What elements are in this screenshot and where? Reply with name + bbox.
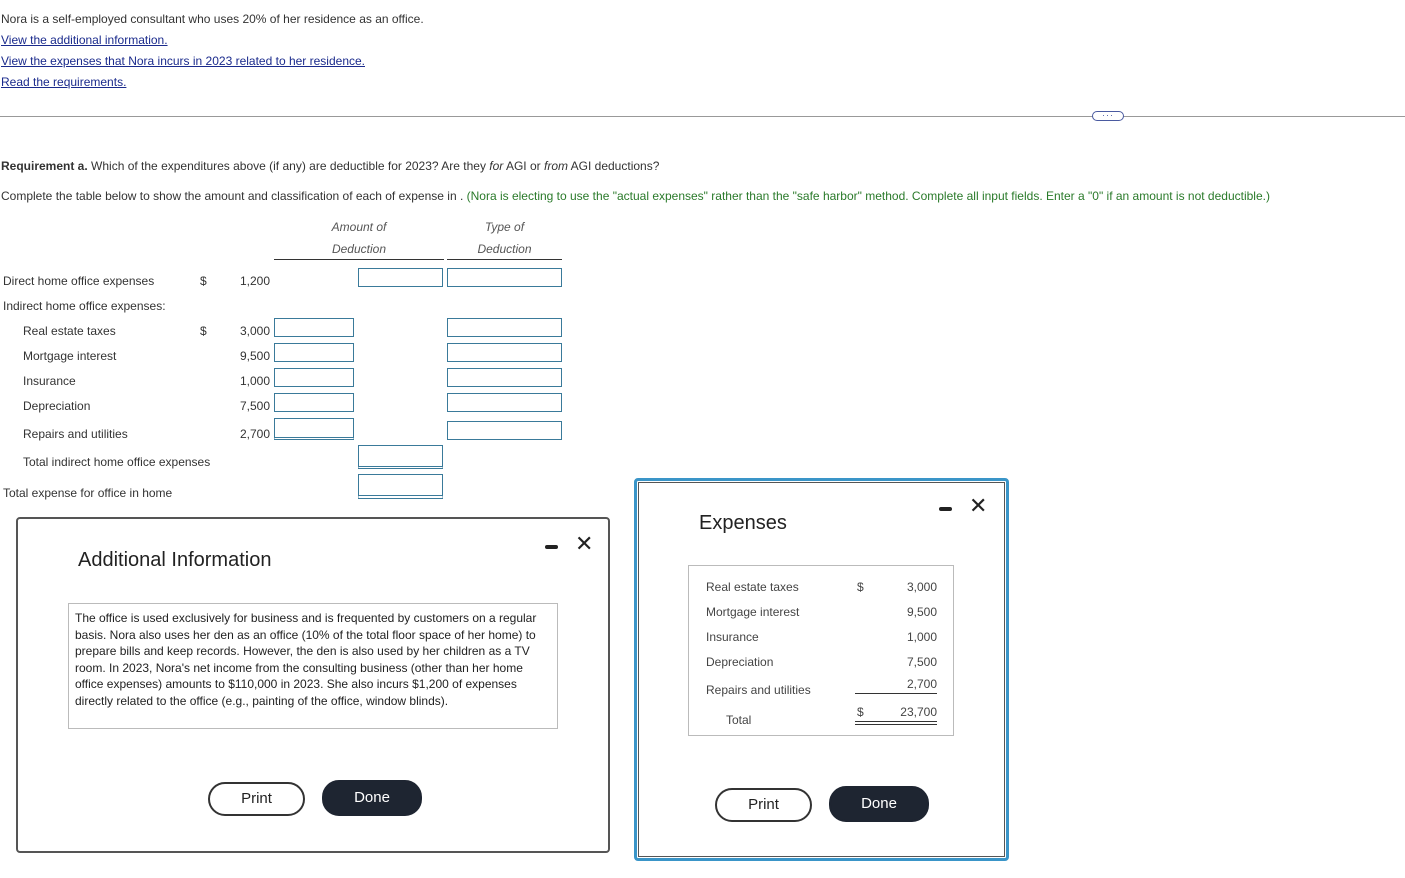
requirement-question: Which of the expenditures above (if any)… <box>87 159 490 173</box>
minimize-icon[interactable] <box>545 545 558 549</box>
requirement-for: for <box>489 159 504 173</box>
minimize-icon[interactable] <box>939 507 952 511</box>
additional-information-dialog: Additional Information ✕ The office is u… <box>16 517 610 853</box>
row-value-mortgage-interest: 9,500 <box>239 349 270 363</box>
row-value-repairs-utilities: 2,700 <box>239 427 270 441</box>
row-value-insurance: 1,000 <box>239 374 270 388</box>
requirement-from: from <box>543 159 568 173</box>
column-header-amount-line2: Deduction <box>331 242 387 256</box>
link-expenses[interactable]: View the expenses that Nora incurs in 20… <box>1 51 424 72</box>
dollar-sign: $ <box>857 705 864 719</box>
column-header-type: Type of Deduction <box>447 216 562 260</box>
row-label-insurance: Insurance <box>23 374 76 388</box>
total-expense-label: Total expense for office in home <box>3 486 173 500</box>
total-indirect-amount-input[interactable] <box>358 445 443 469</box>
link-additional-information[interactable]: View the additional information. <box>1 30 424 51</box>
column-header-type-line1: Type of <box>484 220 525 234</box>
expenses-dialog: Expenses ✕ Real estate taxes $ 3,000 Mor… <box>634 478 1009 861</box>
instruction-lead: Complete the table below to show the amo… <box>1 189 467 203</box>
requirement-label: Requirement a. <box>1 159 88 173</box>
column-header-type-line2: Deduction <box>477 242 532 256</box>
more-options-button[interactable]: ··· <box>1092 111 1124 121</box>
done-button[interactable]: Done <box>829 786 929 822</box>
total-expense-amount-input[interactable] <box>358 474 443 499</box>
expense-label: Mortgage interest <box>706 605 800 619</box>
dollar-sign: $ <box>857 580 864 594</box>
close-icon[interactable]: ✕ <box>575 533 593 555</box>
expenses-table: Real estate taxes $ 3,000 Mortgage inter… <box>688 565 954 736</box>
direct-amount-input[interactable] <box>358 268 443 287</box>
row-label-real-estate-taxes: Real estate taxes <box>23 324 116 338</box>
expense-value: 3,000 <box>906 580 937 594</box>
expense-label: Depreciation <box>706 655 774 669</box>
close-icon[interactable]: ✕ <box>969 495 987 517</box>
mortgage-interest-amount-input[interactable] <box>274 343 354 362</box>
section-divider <box>0 116 1405 117</box>
print-button[interactable]: Print <box>715 788 812 822</box>
row-label-depreciation: Depreciation <box>23 399 91 413</box>
expense-value: 9,500 <box>906 605 937 619</box>
print-button[interactable]: Print <box>208 782 305 816</box>
total-double-line <box>855 721 937 725</box>
additional-information-text: The office is used exclusively for busin… <box>68 603 558 729</box>
direct-expenses-value: 1,200 <box>239 274 270 288</box>
header-underline <box>274 259 444 260</box>
insurance-amount-input[interactable] <box>274 368 354 387</box>
real-estate-taxes-amount-input[interactable] <box>274 318 354 337</box>
expense-label: Real estate taxes <box>706 580 799 594</box>
instruction-text: Complete the table below to show the amo… <box>1 189 1270 203</box>
expense-value: 2,700 <box>906 677 937 691</box>
expense-label: Repairs and utilities <box>706 683 811 697</box>
row-label-repairs-utilities: Repairs and utilities <box>23 427 128 441</box>
header-underline <box>447 259 562 260</box>
repairs-utilities-type-input[interactable] <box>447 421 562 440</box>
total-value: 23,700 <box>900 705 937 719</box>
row-value-real-estate-taxes: 3,000 <box>239 324 270 338</box>
direct-expenses-label: Direct home office expenses <box>3 274 155 288</box>
link-requirements[interactable]: Read the requirements. <box>1 72 424 93</box>
column-header-amount: Amount of Deduction <box>274 216 444 260</box>
mortgage-interest-type-input[interactable] <box>447 343 562 362</box>
dollar-sign: $ <box>200 324 207 338</box>
indirect-expenses-header: Indirect home office expenses: <box>3 299 166 313</box>
expense-value: 1,000 <box>906 630 937 644</box>
total-indirect-label: Total indirect home office expenses <box>23 455 211 469</box>
real-estate-taxes-type-input[interactable] <box>447 318 562 337</box>
depreciation-type-input[interactable] <box>447 393 562 412</box>
direct-type-input[interactable] <box>447 268 562 287</box>
done-button[interactable]: Done <box>322 780 422 816</box>
insurance-type-input[interactable] <box>447 368 562 387</box>
dollar-sign: $ <box>200 274 207 288</box>
total-label: Total <box>726 713 752 727</box>
depreciation-amount-input[interactable] <box>274 393 354 412</box>
dialog-title: Expenses <box>699 512 787 534</box>
intro-section: Nora is a self-employed consultant who u… <box>1 9 424 93</box>
subtotal-line <box>855 693 937 694</box>
problem-statement: Nora is a self-employed consultant who u… <box>1 12 424 26</box>
requirement-question-mid: AGI or <box>503 159 544 173</box>
row-label-mortgage-interest: Mortgage interest <box>23 349 117 363</box>
requirement-text: Requirement a. Which of the expenditures… <box>1 159 659 173</box>
repairs-utilities-amount-input[interactable] <box>274 418 354 440</box>
row-value-depreciation: 7,500 <box>239 399 270 413</box>
expense-value: 7,500 <box>906 655 937 669</box>
column-header-amount-line1: Amount of <box>331 220 387 234</box>
expense-label: Insurance <box>706 630 759 644</box>
instruction-note: (Nora is electing to use the "actual exp… <box>466 189 1270 203</box>
requirement-question-end: AGI deductions? <box>567 159 660 173</box>
dialog-title: Additional Information <box>78 549 272 571</box>
